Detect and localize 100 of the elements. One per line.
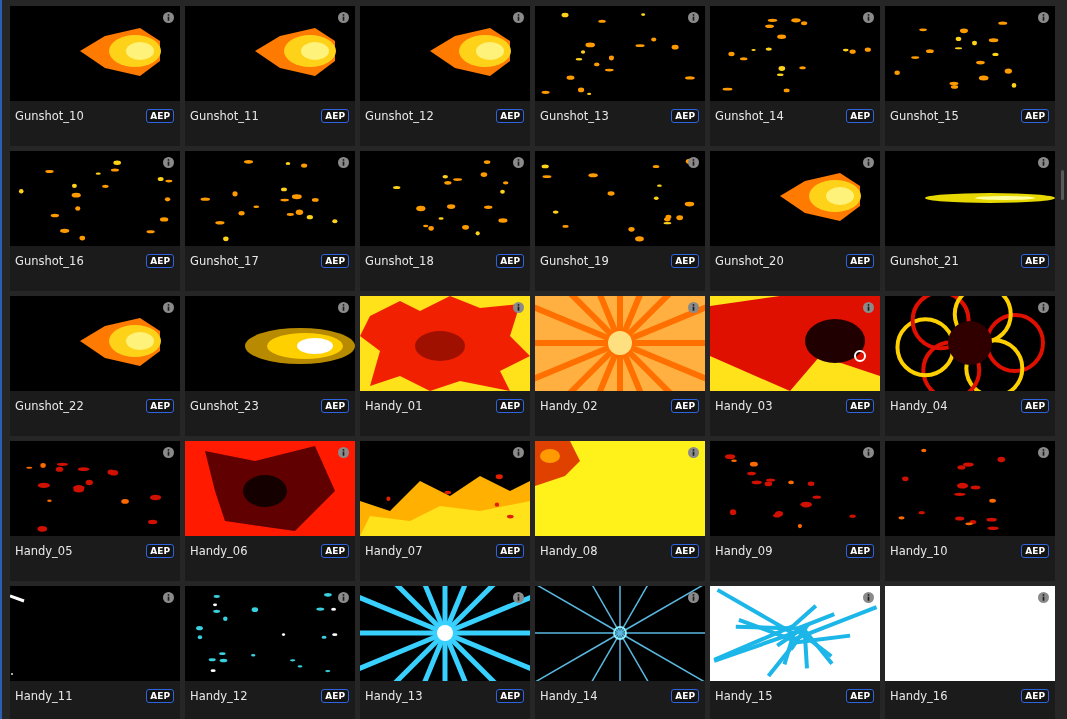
asset-name: Handy_04 [890, 399, 948, 413]
asset-name: Gunshot_16 [15, 254, 84, 268]
asset-card[interactable]: Handy_16 AEP [885, 586, 1055, 719]
asset-card[interactable]: Gunshot_14 AEP [710, 6, 880, 146]
info-icon[interactable] [688, 12, 699, 23]
format-badge: AEP [1021, 689, 1049, 703]
asset-name: Handy_09 [715, 544, 773, 558]
info-icon[interactable] [863, 12, 874, 23]
info-icon[interactable] [163, 592, 174, 603]
asset-card[interactable]: Gunshot_11 AEP [185, 6, 355, 146]
format-badge: AEP [671, 399, 699, 413]
asset-card[interactable]: Gunshot_16 AEP [10, 151, 180, 291]
asset-name: Gunshot_19 [540, 254, 609, 268]
asset-card[interactable]: Handy_07 AEP [360, 441, 530, 581]
info-icon[interactable] [688, 157, 699, 168]
info-icon[interactable] [1038, 157, 1049, 168]
asset-card[interactable]: Handy_14 AEP [535, 586, 705, 719]
asset-name: Handy_05 [15, 544, 73, 558]
scrollbar-thumb[interactable] [1061, 170, 1064, 200]
format-badge: AEP [321, 254, 349, 268]
asset-name: Handy_06 [190, 544, 248, 558]
asset-card[interactable]: Gunshot_15 AEP [885, 6, 1055, 146]
format-badge: AEP [846, 254, 874, 268]
asset-card[interactable]: Gunshot_23 AEP [185, 296, 355, 436]
asset-name: Handy_13 [365, 689, 423, 703]
format-badge: AEP [846, 109, 874, 123]
info-icon[interactable] [513, 447, 524, 458]
format-badge: AEP [671, 689, 699, 703]
info-icon[interactable] [1038, 302, 1049, 313]
info-icon[interactable] [863, 157, 874, 168]
asset-name: Gunshot_20 [715, 254, 784, 268]
format-badge: AEP [671, 109, 699, 123]
info-icon[interactable] [163, 302, 174, 313]
info-icon[interactable] [338, 302, 349, 313]
asset-card[interactable]: Gunshot_19 AEP [535, 151, 705, 291]
format-badge: AEP [496, 544, 524, 558]
info-icon[interactable] [513, 157, 524, 168]
asset-name: Handy_11 [15, 689, 73, 703]
asset-card[interactable]: Gunshot_10 AEP [10, 6, 180, 146]
asset-name: Handy_12 [190, 689, 248, 703]
format-badge: AEP [1021, 399, 1049, 413]
asset-card[interactable]: Gunshot_22 AEP [10, 296, 180, 436]
asset-card[interactable]: Gunshot_21 AEP [885, 151, 1055, 291]
asset-card[interactable]: Gunshot_12 AEP [360, 6, 530, 146]
format-badge: AEP [496, 399, 524, 413]
info-icon[interactable] [338, 157, 349, 168]
asset-card[interactable]: Gunshot_20 AEP [710, 151, 880, 291]
info-icon[interactable] [688, 302, 699, 313]
asset-name: Handy_14 [540, 689, 598, 703]
asset-card[interactable]: Handy_03 AEP [710, 296, 880, 436]
asset-name: Gunshot_10 [15, 109, 84, 123]
info-icon[interactable] [338, 12, 349, 23]
info-icon[interactable] [513, 12, 524, 23]
asset-name: Handy_10 [890, 544, 948, 558]
asset-name: Handy_16 [890, 689, 948, 703]
format-badge: AEP [846, 689, 874, 703]
asset-name: Handy_03 [715, 399, 773, 413]
info-icon[interactable] [163, 12, 174, 23]
asset-card[interactable]: Handy_06 AEP [185, 441, 355, 581]
format-badge: AEP [321, 399, 349, 413]
format-badge: AEP [1021, 109, 1049, 123]
asset-name: Gunshot_11 [190, 109, 259, 123]
asset-name: Gunshot_13 [540, 109, 609, 123]
format-badge: AEP [671, 254, 699, 268]
asset-card[interactable]: Gunshot_17 AEP [185, 151, 355, 291]
asset-name: Handy_07 [365, 544, 423, 558]
asset-card[interactable]: Handy_15 AEP [710, 586, 880, 719]
asset-name: Gunshot_12 [365, 109, 434, 123]
info-icon[interactable] [163, 447, 174, 458]
asset-card[interactable]: Handy_10 AEP [885, 441, 1055, 581]
info-icon[interactable] [688, 592, 699, 603]
info-icon[interactable] [163, 157, 174, 168]
info-icon[interactable] [688, 447, 699, 458]
info-icon[interactable] [1038, 12, 1049, 23]
asset-card[interactable]: Handy_05 AEP [10, 441, 180, 581]
asset-card[interactable]: Handy_04 AEP [885, 296, 1055, 436]
info-icon[interactable] [1038, 592, 1049, 603]
format-badge: AEP [146, 399, 174, 413]
asset-card[interactable]: Gunshot_18 AEP [360, 151, 530, 291]
asset-card[interactable]: Handy_13 AEP [360, 586, 530, 719]
info-icon[interactable] [863, 447, 874, 458]
info-icon[interactable] [863, 592, 874, 603]
info-icon[interactable] [338, 592, 349, 603]
asset-name: Handy_08 [540, 544, 598, 558]
asset-card[interactable]: Gunshot_13 AEP [535, 6, 705, 146]
asset-card[interactable]: Handy_08 AEP [535, 441, 705, 581]
info-icon[interactable] [513, 592, 524, 603]
format-badge: AEP [321, 689, 349, 703]
asset-card[interactable]: Handy_12 AEP [185, 586, 355, 719]
info-icon[interactable] [513, 302, 524, 313]
asset-card[interactable]: Handy_09 AEP [710, 441, 880, 581]
format-badge: AEP [1021, 254, 1049, 268]
format-badge: AEP [496, 689, 524, 703]
asset-name: Gunshot_17 [190, 254, 259, 268]
info-icon[interactable] [1038, 447, 1049, 458]
asset-card[interactable]: Handy_01 AEP [360, 296, 530, 436]
format-badge: AEP [146, 689, 174, 703]
asset-name: Gunshot_14 [715, 109, 784, 123]
asset-card[interactable]: Handy_11 AEP [10, 586, 180, 719]
asset-card[interactable]: Handy_02 AEP [535, 296, 705, 436]
